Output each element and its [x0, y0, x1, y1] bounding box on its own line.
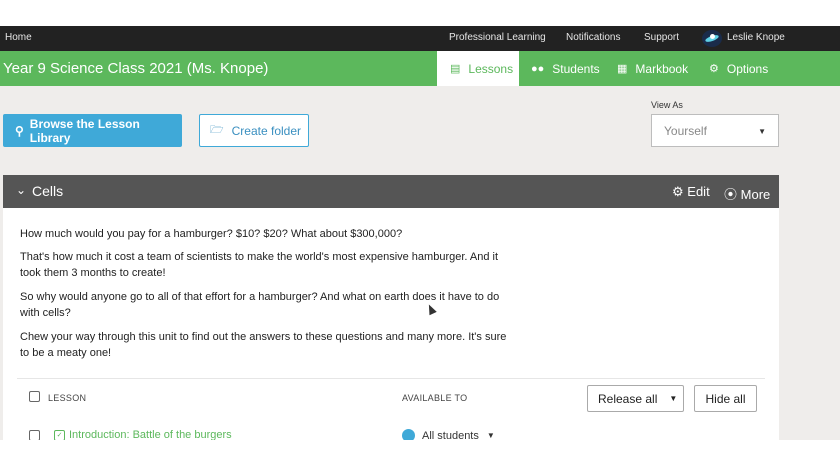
view-as-label: View As — [651, 100, 683, 110]
tab-lessons-label: Lessons — [468, 61, 514, 76]
description-paragraph: How much would you pay for a hamburger? … — [20, 228, 403, 240]
lesson-icon: ✓ — [54, 429, 65, 441]
tab-students[interactable]: ●● Students — [531, 51, 609, 86]
more-button[interactable]: ⦿ More — [724, 184, 770, 203]
nav-home-link[interactable]: Home — [5, 32, 32, 43]
caret-down-icon: ▼ — [669, 394, 678, 403]
edit-button[interactable]: ⚙ Edit — [672, 184, 710, 200]
class-title: Year 9 Science Class 2021 (Ms. Knope) — [3, 60, 269, 77]
gear-icon: ⚙ — [709, 63, 719, 75]
more-label: More — [740, 187, 771, 202]
caret-down-icon: ▼ — [486, 431, 495, 440]
lesson-table: LESSON AVAILABLE TO Release all ▼ Hide a… — [17, 378, 765, 442]
document-icon: ▤ — [450, 63, 461, 75]
user-avatar-icon[interactable] — [702, 30, 722, 47]
create-folder-label: Create folder — [231, 123, 302, 138]
tab-markbook-label: Markbook — [635, 61, 689, 76]
main-content: ⚲ Browse the Lesson Library 🗁 Create fol… — [0, 86, 840, 442]
column-header-lesson: LESSON — [48, 393, 87, 403]
column-header-available-to: AVAILABLE TO — [402, 393, 468, 403]
top-navigation-bar: Home Professional Learning Notifications… — [0, 26, 840, 51]
search-icon: ⚲ — [15, 123, 24, 138]
view-as-select[interactable]: Yourself ▼ — [651, 114, 779, 147]
tab-lessons[interactable]: ▤ Lessons — [437, 51, 519, 86]
view-as-value: Yourself — [664, 123, 707, 138]
top-blank-strip — [0, 0, 840, 26]
class-title-bar: Year 9 Science Class 2021 (Ms. Knope) ▤ … — [0, 51, 840, 86]
release-all-label: Release all — [598, 391, 658, 406]
caret-down-icon: ▼ — [758, 127, 766, 136]
bottom-blank-strip — [0, 440, 840, 466]
nav-support-link[interactable]: Support — [644, 32, 679, 43]
unit-title: Cells — [32, 183, 64, 199]
browse-lesson-library-button[interactable]: ⚲ Browse the Lesson Library — [3, 114, 182, 147]
description-paragraph: That's how much it cost a team of scient… — [20, 251, 499, 279]
select-all-checkbox[interactable] — [29, 391, 40, 402]
unit-panel-body: How much would you pay for a hamburger? … — [3, 208, 779, 442]
nav-notifications-link[interactable]: Notifications — [566, 32, 620, 43]
tab-options-label: Options — [726, 61, 769, 76]
release-all-button[interactable]: Release all ▼ — [587, 385, 684, 412]
grid-icon: ▦ — [617, 63, 628, 75]
hide-all-button[interactable]: Hide all — [694, 385, 757, 412]
tab-options[interactable]: ⚙ Options — [709, 51, 779, 86]
users-icon: ●● — [531, 62, 545, 75]
tab-students-label: Students — [552, 61, 600, 76]
edit-label: Edit — [687, 184, 710, 199]
chevron-circle-down-icon: ⦿ — [724, 187, 738, 202]
browse-lesson-library-label: Browse the Lesson Library — [29, 116, 140, 145]
chevron-down-icon[interactable]: ⌄ — [16, 183, 26, 197]
description-paragraph: So why would anyone go to all of that ef… — [20, 291, 500, 319]
nav-professional-learning-link[interactable]: Professional Learning — [449, 32, 546, 43]
create-folder-button[interactable]: 🗁 Create folder — [199, 114, 309, 147]
unit-panel-header[interactable]: ⌄ Cells ⚙ Edit ⦿ More — [3, 175, 779, 208]
gear-icon: ⚙ — [672, 184, 684, 199]
user-name-link[interactable]: Leslie Knope — [727, 32, 785, 43]
description-paragraph: Chew your way through this unit to find … — [20, 331, 507, 359]
folder-open-icon: 🗁 — [210, 124, 224, 136]
tab-markbook[interactable]: ▦ Markbook — [617, 51, 699, 86]
